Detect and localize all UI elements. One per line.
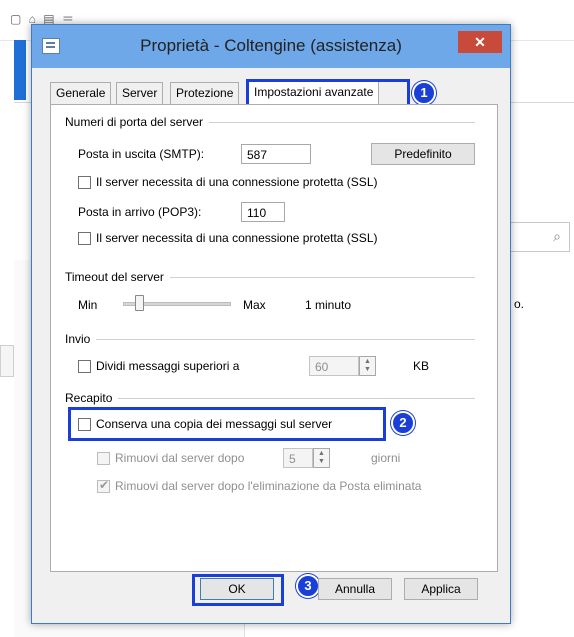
spin-up-icon: ▲ [318,450,325,457]
remove-after-days-input[interactable]: 5 [283,448,313,468]
split-messages-label: Dividi messaggi superiori a [96,359,240,373]
timeout-max-label: Max [243,298,266,312]
delivery-group-label: Recapito [65,391,119,405]
spin-down-icon: ▼ [318,458,325,465]
spin-down-icon: ▼ [364,366,371,373]
search-icon: ⌕ [553,228,561,244]
spin-up-icon: ▲ [364,358,371,365]
split-size-unit: KB [413,359,430,373]
check-icon: ✔ [99,478,110,492]
split-size-input[interactable]: 60 [309,356,359,376]
timeout-min-label: Min [78,298,98,312]
background-left-handle [0,345,14,377]
smtp-ssl-label: Il server necessita di una connessione p… [96,175,378,189]
split-messages-checkbox[interactable] [78,360,91,373]
callout-1: 1 [412,81,436,105]
callout-2: 2 [391,411,415,435]
highlight-advanced-tab [246,79,410,107]
pop3-port-input[interactable]: 110 [241,202,285,222]
delivery-group-line [65,398,475,399]
ports-group-label: Numeri di porta del server [65,115,210,129]
remove-deleted-label: Rimuovi dal server dopo l'eliminazione d… [115,479,422,493]
smtp-port-input[interactable]: 587 [241,144,311,164]
highlight-ok-button [192,574,284,606]
dialog-title: Proprietà - Coltengine (assistenza) [140,36,402,55]
close-button[interactable]: ✕ [458,31,502,53]
smtp-ssl-checkbox[interactable] [78,176,91,189]
send-group-line [65,339,475,340]
background-text: o. [514,297,525,311]
cancel-button[interactable]: Annulla [318,578,392,600]
send-group-label: Invio [65,332,97,346]
background-search-box[interactable]: ⌕ [510,222,570,252]
pop3-label: Posta in arrivo (POP3): [78,205,202,219]
advanced-settings-panel: Numeri di porta del server Posta in usci… [50,104,498,572]
smtp-label: Posta in uscita (SMTP): [78,147,205,161]
default-button[interactable]: Predefinito [371,143,475,165]
pop3-ssl-checkbox[interactable] [78,232,91,245]
timeout-value: 1 minuto [305,298,352,312]
tab-protezione[interactable]: Protezione [170,82,240,104]
remove-after-checkbox[interactable] [97,452,110,465]
pop3-ssl-label: Il server necessita di una connessione p… [96,231,378,245]
dialog-titlebar[interactable]: Proprietà - Coltengine (assistenza) ✕ [32,25,510,68]
tab-server[interactable]: Server [116,82,164,104]
highlight-keep-copy [68,407,386,441]
tab-generale[interactable]: Generale [50,82,112,104]
remove-deleted-checkbox[interactable]: ✔ [97,478,110,493]
dialog-content: Generale Server Protezione Impostazioni … [40,68,502,615]
remove-after-spinner[interactable]: ▲ ▼ [313,448,330,468]
remove-after-unit: giorni [371,451,401,465]
properties-dialog: Proprietà - Coltengine (assistenza) ✕ Ge… [31,24,511,624]
timeout-group-label: Timeout del server [65,270,170,284]
split-size-spinner[interactable]: ▲ ▼ [359,356,376,376]
callout-3: 3 [296,574,320,598]
timeout-slider-thumb[interactable] [134,295,144,311]
remove-after-label: Rimuovi dal server dopo [115,451,245,465]
background-accent-bar [14,40,26,100]
apply-button[interactable]: Applica [404,578,478,600]
